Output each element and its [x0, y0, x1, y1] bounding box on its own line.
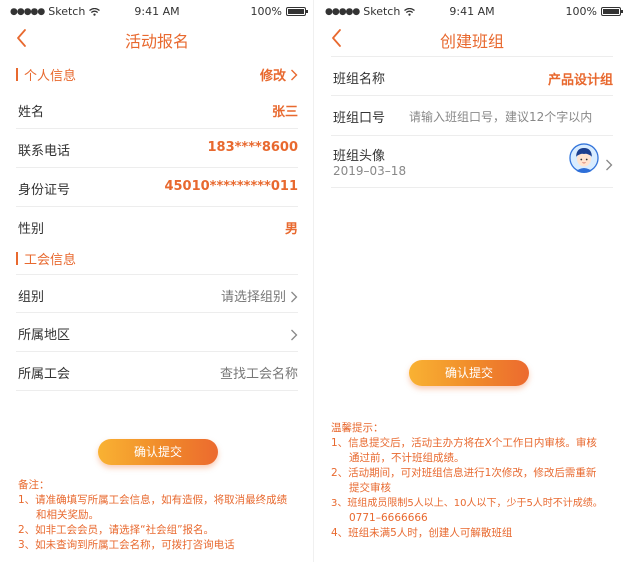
group-select-value: 请选择组别 — [220, 290, 286, 305]
section-accent-bar — [16, 252, 18, 265]
tip-line: 3、班组成员限制5人以上、10人以下，少于5人时不计成绩。 — [331, 498, 603, 509]
field-value: 男 — [284, 222, 298, 237]
note-line: 3、如未查询到所属工会名称，可拨打咨询电话 — [18, 539, 235, 551]
note-line: 和相关奖励。 — [36, 509, 99, 521]
field-value: 张三 — [271, 105, 298, 120]
note-line: 1、请准确填写所属工会信息，如有造假，将取消最终成绩 — [18, 494, 288, 506]
chevron-right-icon — [291, 291, 298, 303]
chevron-right-icon — [291, 69, 298, 80]
team-slogan-input[interactable]: 请输入班组口号，建议12个字以内 — [409, 108, 613, 125]
field-label: 班组口号 — [333, 111, 386, 126]
field-label: 联系电话 — [18, 144, 71, 159]
create-team-screen: ●●●●● Sketch 9:41 AM 100% 创建班组 班组名称 产品设计… — [317, 0, 627, 562]
personal-info-section-header: 个人信息 修改 — [16, 56, 298, 90]
battery-icon — [601, 7, 623, 16]
section-accent-bar — [16, 68, 18, 81]
field-label: 身份证号 — [18, 183, 71, 198]
notes: 备注： 1、请准确填写所属工会信息，如有造假，将取消最终成绩 和相关奖励。 2、… — [18, 478, 287, 553]
section-title: 工会信息 — [24, 253, 77, 268]
activity-signup-screen: ●●●●● Sketch 9:41 AM 100% 活动报名 个人信息 修改 姓… — [2, 0, 312, 562]
tips-title: 温馨提示： — [331, 422, 384, 434]
tip-line: 2、活动期间，可对班组信息进行1次修改，修改后需重新 — [331, 467, 597, 479]
avatar-person-icon — [569, 143, 599, 173]
field-value: 183****8600 — [207, 140, 298, 155]
chevron-right-icon — [291, 329, 298, 341]
union-search-row[interactable]: 所属工会 查找工会名称 — [16, 352, 298, 391]
field-label: 班组名称 — [333, 72, 386, 87]
status-bar: ●●●●● Sketch 9:41 AM 100% — [2, 0, 312, 22]
tip-phone: 0771–6666666 — [349, 512, 428, 524]
tip-line: 1、信息提交后，活动主办方将在X个工作日内审核。审核 — [331, 437, 597, 449]
field-label: 组别 — [18, 290, 45, 305]
field-value: 45010*********011 — [164, 179, 298, 194]
region-select-row[interactable]: 所属地区 — [16, 313, 298, 352]
battery-percent: 100% — [565, 5, 597, 18]
id-number-row[interactable]: 身份证号 45010*********011 — [16, 168, 298, 207]
union-info-section-header: 工会信息 — [16, 240, 298, 274]
tip-line: 提交审核 — [349, 482, 391, 494]
submit-button[interactable]: 确认提交 — [98, 439, 218, 465]
page-title: 创建班组 — [439, 32, 504, 51]
field-label: 性别 — [18, 222, 45, 237]
note-line: 2、如非工会会员，请选择“社会组”报名。 — [18, 524, 215, 536]
team-name-row[interactable]: 班组名称 产品设计组 — [331, 56, 613, 96]
team-name-value: 产品设计组 — [547, 73, 613, 88]
team-slogan-row[interactable]: 班组口号 请输入班组口号，建议12个字以内 — [331, 96, 613, 136]
phone-row[interactable]: 联系电话 183****8600 — [16, 129, 298, 168]
field-label: 班组头像 — [333, 149, 386, 164]
battery-percent: 100% — [250, 5, 282, 18]
field-label: 所属地区 — [18, 328, 71, 343]
field-label: 所属工会 — [18, 367, 71, 382]
submit-button[interactable]: 确认提交 — [409, 360, 529, 386]
section-title: 个人信息 — [24, 69, 77, 84]
field-label: 姓名 — [18, 105, 45, 120]
tips: 温馨提示： 1、信息提交后，活动主办方将在X个工作日内审核。审核 通过前，不计班… — [331, 421, 603, 541]
battery-icon — [286, 7, 308, 16]
page-title: 活动报名 — [124, 32, 189, 51]
edit-button[interactable]: 修改 — [260, 65, 298, 84]
chevron-right-icon — [606, 159, 613, 171]
group-select-row[interactable]: 组别 请选择组别 — [16, 274, 298, 313]
team-avatar-date: 2019–03–18 — [333, 164, 407, 178]
team-avatar-row[interactable]: 班组头像 2019–03–18 — [331, 136, 613, 188]
tip-line: 通过前，不计班组成绩。 — [349, 452, 465, 464]
screen-divider — [313, 0, 314, 562]
name-row[interactable]: 姓名 张三 — [16, 90, 298, 129]
notes-title: 备注： — [18, 479, 50, 491]
nav-bar: 活动报名 — [2, 22, 312, 56]
status-bar: ●●●●● Sketch 9:41 AM 100% — [317, 0, 627, 22]
nav-bar: 创建班组 — [317, 22, 627, 56]
union-search-input[interactable]: 查找工会名称 — [220, 363, 298, 382]
tip-line: 4、班组未满5人时，创建人可解散班组 — [331, 527, 513, 539]
avatar[interactable] — [569, 143, 599, 173]
